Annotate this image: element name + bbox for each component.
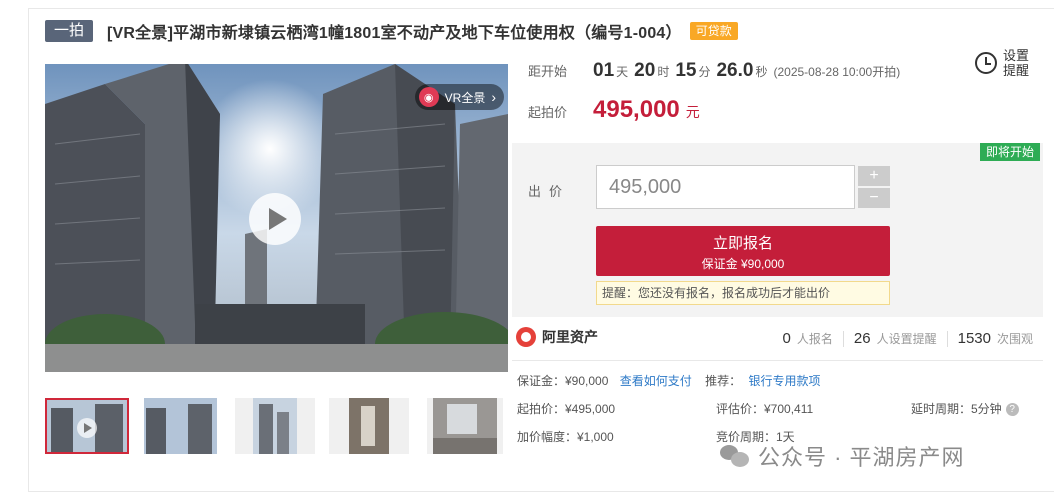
decrease-bid-button[interactable]: − bbox=[858, 188, 890, 208]
deposit-label: 保证金 ¥90,000 bbox=[701, 257, 785, 271]
alarm-clock-icon bbox=[975, 52, 997, 74]
watermark: 公众号 · 平湖房产网 bbox=[720, 440, 965, 472]
stats-bar: 0 人报名 26 人设置提醒 1530 次围观 bbox=[783, 330, 1033, 347]
deposit-text: 保证金：¥90,000 bbox=[517, 374, 609, 388]
listing-title: [VR全景]平湖市新埭镇云栖湾1幢1801室不动产及地下车位使用权（编号1-00… bbox=[107, 25, 682, 42]
watermark-text: 公众号 · 平湖房产网 bbox=[758, 445, 965, 470]
bid-label: 出价 bbox=[528, 184, 571, 199]
countdown-seconds-unit: 秒 bbox=[755, 65, 768, 79]
start-price: 起拍价 495,000 元 bbox=[528, 96, 700, 124]
loan-badge: 可贷款 bbox=[689, 22, 738, 40]
countdown-start-time: (2025-08-28 10:00开拍) bbox=[773, 65, 901, 79]
brand-name: 阿里资产 bbox=[542, 329, 598, 345]
divider bbox=[512, 360, 1043, 361]
wechat-icon bbox=[720, 443, 750, 469]
countdown: 距开始 01 天 20 时 15 分 26.0 秒 (2025-08-28 10… bbox=[528, 60, 900, 82]
countdown-label: 距开始 bbox=[528, 64, 568, 79]
signup-notice: 提醒：您还没有报名，报名成功后才能出价 bbox=[596, 281, 890, 305]
bid-increment: 加价幅度：¥1,000 bbox=[517, 430, 614, 444]
countdown-days: 01 bbox=[593, 60, 615, 81]
ali-assets-logo-icon bbox=[516, 327, 536, 347]
thumbnail-3[interactable] bbox=[235, 398, 315, 454]
start-price-detail: 起拍价：¥495,000 bbox=[517, 402, 616, 416]
deposit-info: 保证金：¥90,000 查看如何支付 推荐： 银行专用款项 bbox=[517, 372, 820, 389]
delay-period: 延时周期：5分钟? bbox=[911, 400, 1019, 417]
countdown-days-unit: 天 bbox=[616, 65, 629, 79]
help-icon[interactable]: ? bbox=[1005, 403, 1019, 417]
status-badge: 即将开始 bbox=[979, 143, 1040, 161]
chevron-right-icon: › bbox=[491, 89, 496, 105]
play-icon bbox=[268, 208, 287, 230]
auction-round-tag: 一拍 bbox=[45, 20, 94, 42]
thumbnail-5[interactable] bbox=[427, 398, 503, 454]
appraisal-price: 评估价：¥700,411 bbox=[716, 402, 814, 416]
bank-funds-link[interactable]: 银行专用款项 bbox=[748, 374, 820, 388]
signup-count: 0 bbox=[782, 330, 791, 347]
bid-panel: 即将开始 出价 495,000 + − 立即报名 保证金 ¥90,000 提醒：… bbox=[512, 143, 1043, 317]
signup-count-label: 人报名 bbox=[796, 332, 833, 346]
countdown-seconds: 26.0 bbox=[716, 60, 754, 81]
thumbnail-1[interactable] bbox=[45, 398, 129, 454]
vr-panorama-button[interactable]: ◉ VR全景 › bbox=[414, 84, 504, 110]
countdown-minutes-unit: 分 bbox=[698, 65, 711, 79]
reminder-count-label: 人设置提醒 bbox=[876, 332, 937, 346]
recommend-label: 推荐： bbox=[705, 374, 742, 388]
start-price-value: 495,000 bbox=[593, 96, 680, 123]
play-video-button[interactable] bbox=[249, 193, 301, 245]
thumbnail-4[interactable] bbox=[329, 398, 409, 454]
set-reminder-label: 设置提醒 bbox=[1003, 48, 1030, 78]
bid-amount-input[interactable]: 495,000 bbox=[596, 165, 855, 209]
countdown-hours-unit: 时 bbox=[657, 65, 670, 79]
vr-label: VR全景 bbox=[444, 90, 486, 105]
start-price-unit: 元 bbox=[685, 104, 700, 120]
reminder-count: 26 bbox=[853, 330, 871, 347]
set-reminder-button[interactable]: 设置提醒 bbox=[975, 48, 1031, 78]
vr-icon: ◉ bbox=[418, 87, 439, 107]
delay-period-text: 延时周期：5分钟 bbox=[911, 402, 1002, 416]
start-price-label: 起拍价 bbox=[528, 105, 568, 120]
signup-button[interactable]: 立即报名 保证金 ¥90,000 bbox=[596, 226, 890, 276]
view-count-label: 次围观 bbox=[996, 332, 1033, 346]
title-row: 一拍 [VR全景]平湖市新埭镇云栖湾1幢1801室不动产及地下车位使用权（编号1… bbox=[45, 18, 738, 44]
how-to-pay-link[interactable]: 查看如何支付 bbox=[620, 374, 692, 388]
countdown-hours: 20 bbox=[634, 60, 656, 81]
countdown-minutes: 15 bbox=[675, 60, 697, 81]
signup-label: 立即报名 bbox=[712, 235, 773, 252]
main-photo[interactable]: ◉ VR全景 › bbox=[45, 64, 508, 372]
thumbnail-2[interactable] bbox=[144, 398, 217, 454]
brand: 阿里资产 bbox=[516, 327, 598, 347]
increase-bid-button[interactable]: + bbox=[858, 166, 890, 186]
view-count: 1530 bbox=[957, 330, 991, 347]
